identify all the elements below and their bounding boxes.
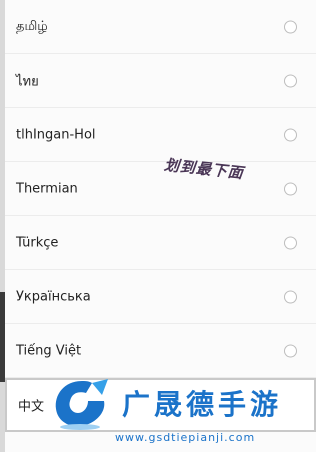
language-label: 中文 — [18, 399, 45, 415]
radio-button[interactable] — [284, 182, 297, 195]
language-label: Thermian — [16, 181, 78, 196]
radio-button[interactable] — [284, 236, 297, 249]
language-option[interactable]: Türkçe — [5, 216, 316, 270]
language-label: Українська — [16, 289, 91, 304]
language-option-selected[interactable]: 中文 — [5, 378, 316, 432]
language-label: tlhIngan-Hol — [16, 127, 96, 142]
radio-button[interactable] — [284, 20, 297, 33]
radio-button[interactable] — [284, 128, 297, 141]
language-option[interactable]: tlhIngan-Hol — [5, 108, 316, 162]
language-option[interactable]: Thermian — [5, 162, 316, 216]
language-label: Türkçe — [16, 235, 59, 250]
language-option[interactable]: Tiếng Việt — [5, 324, 316, 378]
radio-button[interactable] — [284, 74, 297, 87]
language-option[interactable]: Українська — [5, 270, 316, 324]
language-picker-screen: தமிழ் ไทย tlhIngan-Hol Thermian Türkçe У… — [0, 0, 316, 452]
language-label: ไทย — [16, 74, 39, 89]
radio-button[interactable] — [284, 290, 297, 303]
radio-button[interactable] — [284, 344, 297, 357]
language-label: தமிழ் — [16, 18, 48, 34]
language-label: Tiếng Việt — [16, 343, 82, 358]
language-option[interactable]: ไทย — [5, 54, 316, 108]
watermark-url: www.gsdtiepianji.com — [115, 431, 256, 444]
language-option[interactable]: தமிழ் — [5, 0, 316, 54]
language-list: தமிழ் ไทย tlhIngan-Hol Thermian Türkçe У… — [5, 0, 316, 432]
